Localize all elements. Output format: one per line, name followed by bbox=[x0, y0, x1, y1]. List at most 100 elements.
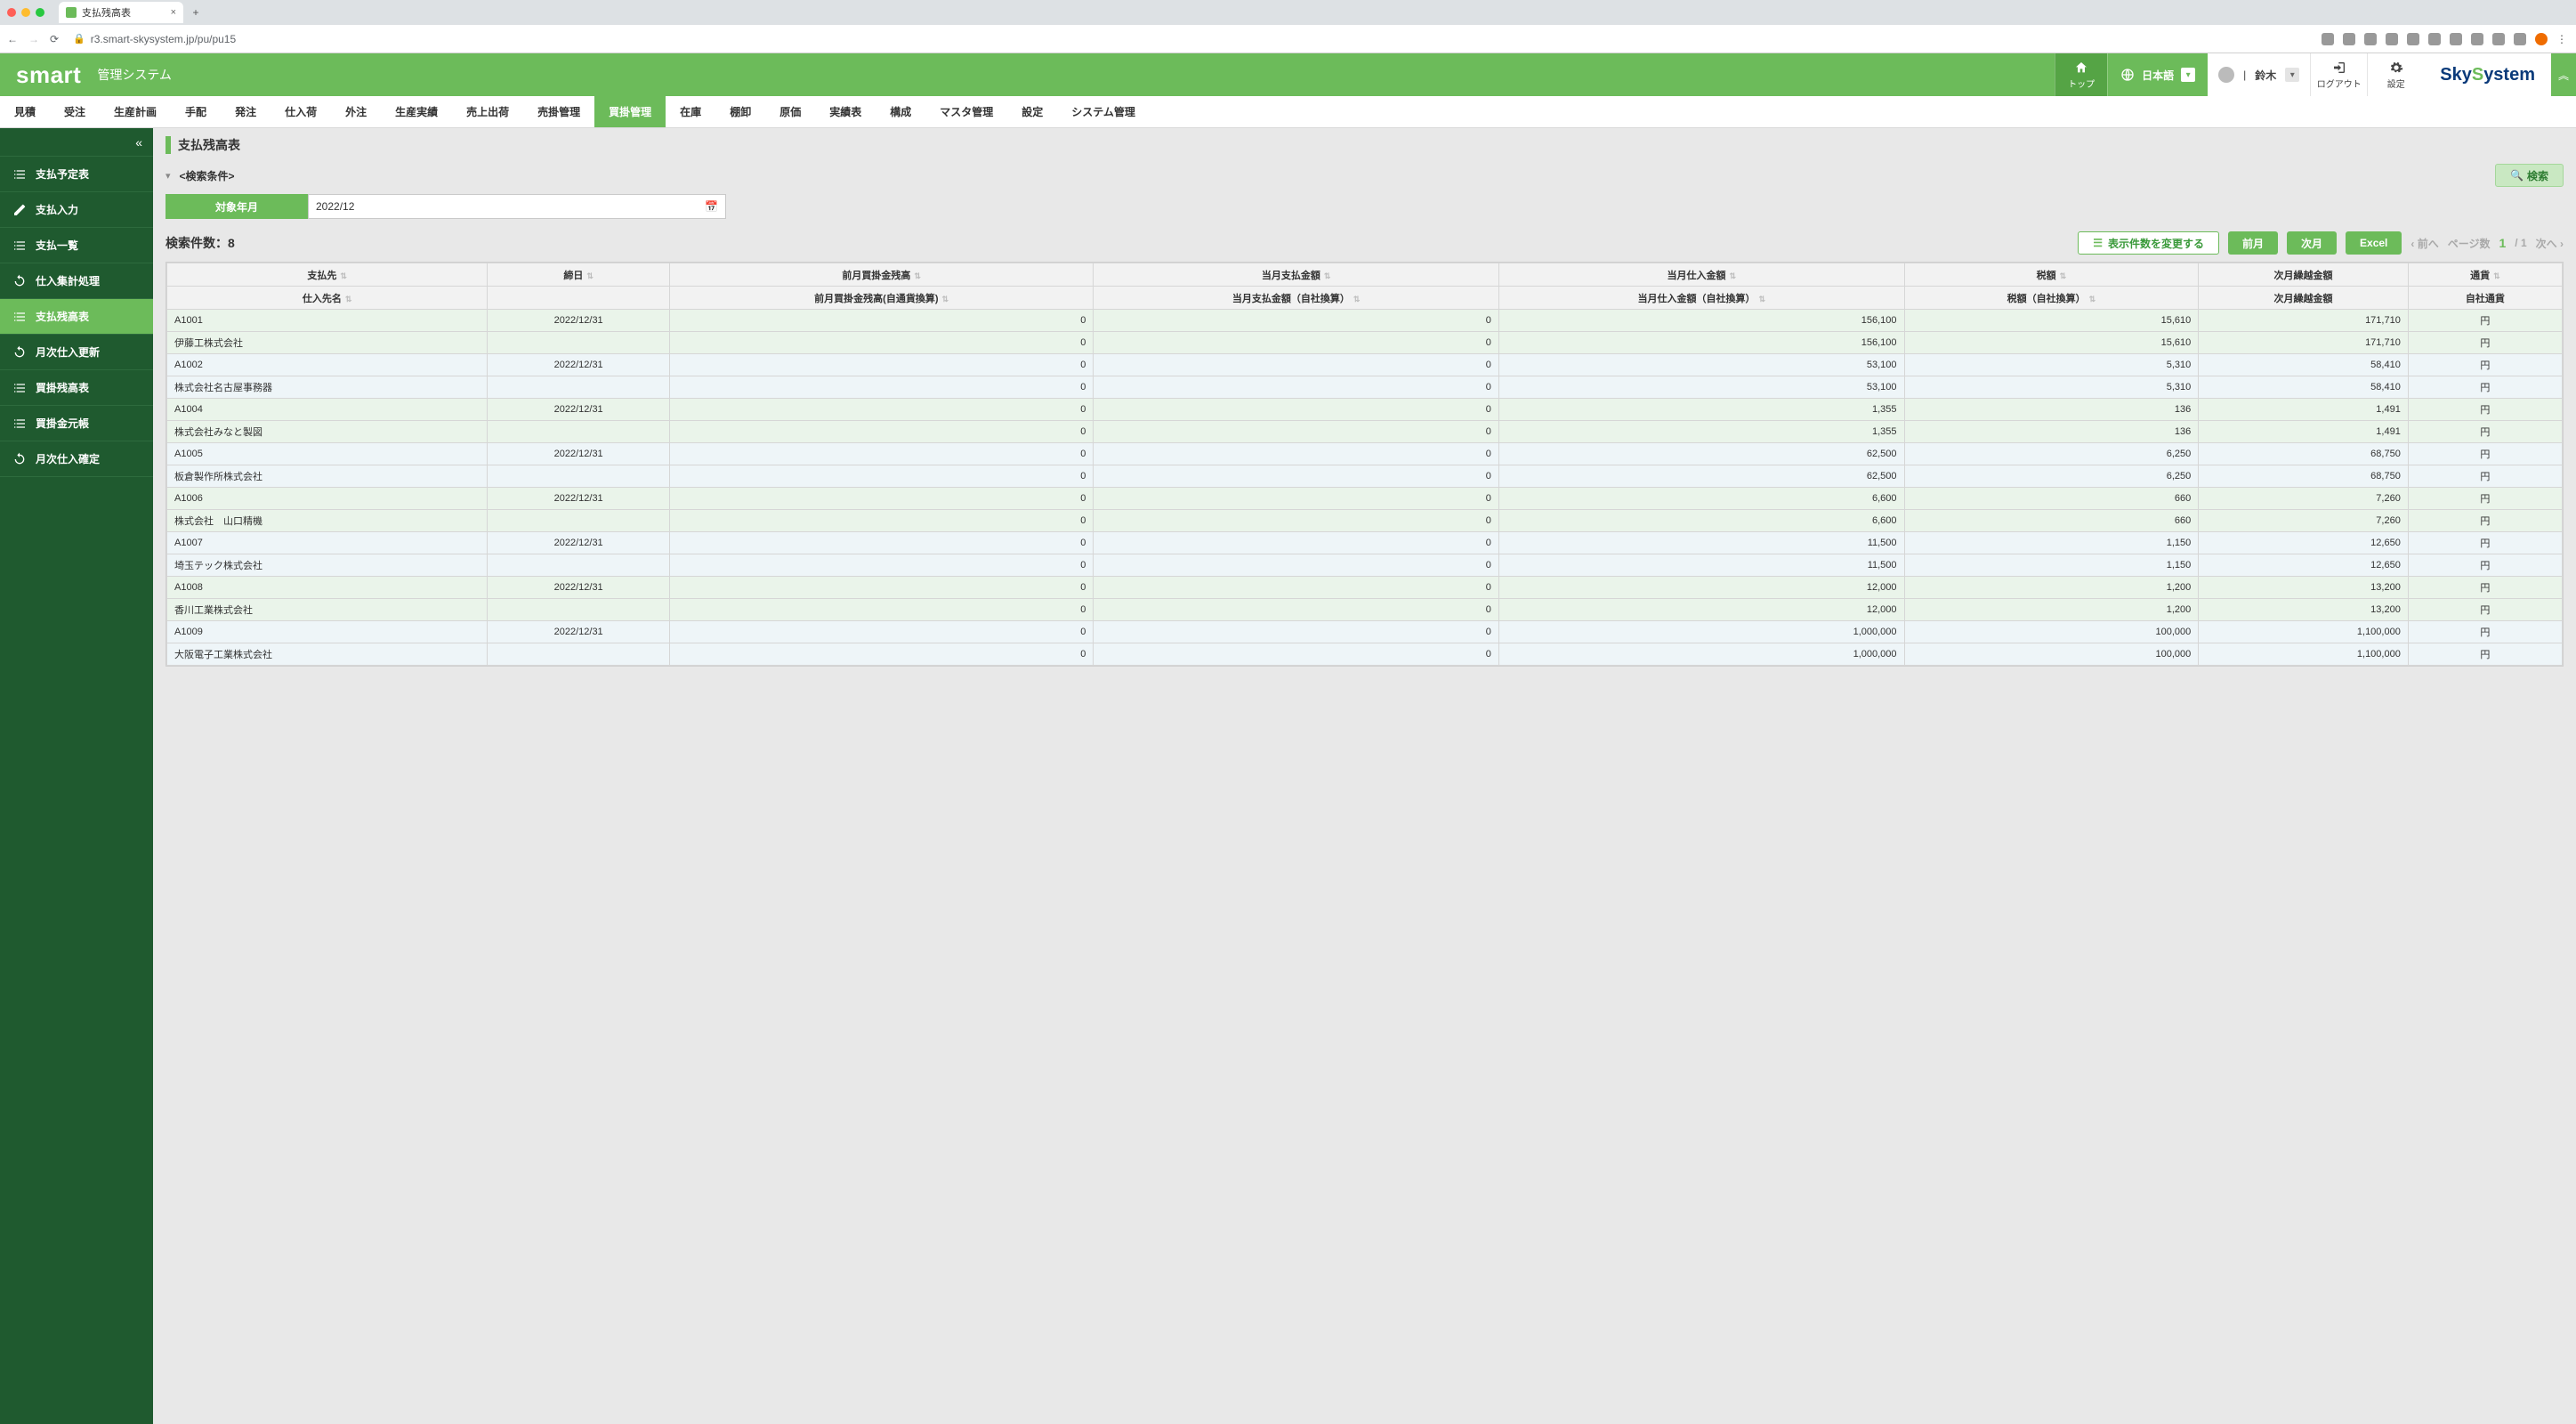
logout-button[interactable]: ログアウト bbox=[2310, 53, 2367, 96]
language-picker[interactable]: 日本語 ▾ bbox=[2107, 53, 2208, 96]
change-display-count-button[interactable]: ☰ 表示件数を変更する bbox=[2078, 231, 2219, 255]
nav-item[interactable]: 売掛管理 bbox=[523, 96, 594, 127]
table-row[interactable]: 株式会社 山口精機006,6006607,260円 bbox=[167, 510, 2563, 532]
table-row[interactable]: 大阪電子工業株式会社001,000,000100,0001,100,000円 bbox=[167, 643, 2563, 666]
window-zoom[interactable] bbox=[36, 8, 44, 17]
window-minimize[interactable] bbox=[21, 8, 30, 17]
column-header[interactable]: 通貨⇅ bbox=[2408, 263, 2562, 287]
table-row[interactable]: 伊藤工株式会社00156,10015,610171,710円 bbox=[167, 332, 2563, 354]
ext-icon[interactable] bbox=[2322, 33, 2334, 45]
table-row[interactable]: A10062022/12/31006,6006607,260円 bbox=[167, 488, 2563, 510]
sidebar-item[interactable]: 月次仕入更新 bbox=[0, 335, 153, 370]
table-row[interactable]: A10022022/12/310053,1005,31058,410円 bbox=[167, 354, 2563, 376]
ext-icon[interactable] bbox=[2514, 33, 2526, 45]
column-header[interactable]: 税額（自社換算）⇅ bbox=[1904, 287, 2199, 310]
nav-item[interactable]: 外注 bbox=[331, 96, 381, 127]
forward-icon[interactable]: → bbox=[28, 33, 39, 45]
sidebar-item[interactable]: 買掛金元帳 bbox=[0, 406, 153, 441]
nav-item[interactable]: 見積 bbox=[0, 96, 50, 127]
table-row[interactable]: 株式会社名古屋事務器0053,1005,31058,410円 bbox=[167, 376, 2563, 399]
home-button[interactable]: トップ bbox=[2055, 53, 2107, 96]
column-header[interactable]: 次月繰越金額 bbox=[2199, 263, 2409, 287]
user-menu[interactable]: | 鈴木 ▾ bbox=[2208, 53, 2310, 96]
ext-icon[interactable] bbox=[2471, 33, 2483, 45]
back-icon[interactable]: ← bbox=[7, 33, 18, 45]
window-close[interactable] bbox=[7, 8, 16, 17]
nav-item[interactable]: 仕入荷 bbox=[271, 96, 331, 127]
calendar-icon[interactable]: 📅 bbox=[705, 200, 718, 213]
address-bar[interactable]: 🔒 r3.smart-skysystem.jp/pu/pu15 bbox=[73, 33, 236, 45]
list-icon bbox=[12, 381, 27, 395]
ext-icon[interactable] bbox=[2450, 33, 2462, 45]
nav-item[interactable]: 実績表 bbox=[815, 96, 876, 127]
nav-item[interactable]: 売上出荷 bbox=[452, 96, 523, 127]
column-header[interactable]: 当月支払金額⇅ bbox=[1094, 263, 1499, 287]
table-row[interactable]: A10052022/12/310062,5006,25068,750円 bbox=[167, 443, 2563, 465]
ext-icon[interactable] bbox=[2364, 33, 2377, 45]
table-row[interactable]: A10012022/12/3100156,10015,610171,710円 bbox=[167, 310, 2563, 332]
sidebar-item[interactable]: 月次仕入確定 bbox=[0, 441, 153, 477]
sidebar-item[interactable]: 支払予定表 bbox=[0, 157, 153, 192]
table-row[interactable]: A10072022/12/310011,5001,15012,650円 bbox=[167, 532, 2563, 554]
table-row[interactable]: A10082022/12/310012,0001,20013,200円 bbox=[167, 577, 2563, 599]
nav-item[interactable]: 生産計画 bbox=[100, 96, 171, 127]
sidebar-item[interactable]: 買掛残高表 bbox=[0, 370, 153, 406]
browser-tab[interactable]: 支払残高表 × bbox=[59, 2, 183, 23]
nav-item[interactable]: 在庫 bbox=[666, 96, 715, 127]
nav-item[interactable]: システム管理 bbox=[1057, 96, 1150, 127]
column-header[interactable]: 税額⇅ bbox=[1904, 263, 2199, 287]
column-header[interactable]: 自社通貨 bbox=[2408, 287, 2562, 310]
sidebar-item[interactable]: 支払残高表 bbox=[0, 299, 153, 335]
column-header[interactable]: 前月買掛金残高⇅ bbox=[669, 263, 1093, 287]
column-header[interactable]: 次月繰越金額 bbox=[2199, 287, 2409, 310]
sidebar-item[interactable]: 仕入集計処理 bbox=[0, 263, 153, 299]
ext-icon[interactable] bbox=[2428, 33, 2441, 45]
table-row[interactable]: 板倉製作所株式会社0062,5006,25068,750円 bbox=[167, 465, 2563, 488]
reload-icon[interactable]: ⟳ bbox=[50, 33, 59, 45]
column-header[interactable]: 支払先⇅ bbox=[167, 263, 488, 287]
ext-icon[interactable] bbox=[2386, 33, 2398, 45]
nav-item[interactable]: 生産実績 bbox=[381, 96, 452, 127]
column-header[interactable]: 前月買掛金残高(自通貨換算)⇅ bbox=[669, 287, 1093, 310]
table-row[interactable]: 香川工業株式会社0012,0001,20013,200円 bbox=[167, 599, 2563, 621]
ext-icon[interactable] bbox=[2343, 33, 2355, 45]
nav-item[interactable]: 発注 bbox=[221, 96, 271, 127]
nav-item[interactable]: 設定 bbox=[1007, 96, 1057, 127]
close-icon[interactable]: × bbox=[171, 7, 176, 18]
nav-item[interactable]: マスタ管理 bbox=[925, 96, 1007, 127]
sidebar-item[interactable]: 支払入力 bbox=[0, 192, 153, 228]
logout-label: ログアウト bbox=[2317, 77, 2362, 90]
nav-item[interactable]: 受注 bbox=[50, 96, 100, 127]
ext-icon[interactable] bbox=[2492, 33, 2505, 45]
ext-icon[interactable] bbox=[2407, 33, 2419, 45]
table-row[interactable]: A10042022/12/31001,3551361,491円 bbox=[167, 399, 2563, 421]
table-row[interactable]: 株式会社みなと製図001,3551361,491円 bbox=[167, 421, 2563, 443]
excel-export-button[interactable]: Excel bbox=[2346, 231, 2402, 255]
prev-month-button[interactable]: 前月 bbox=[2228, 231, 2278, 255]
column-header[interactable]: 当月仕入金額⇅ bbox=[1498, 263, 1904, 287]
kebab-icon[interactable]: ⋮ bbox=[2556, 33, 2569, 45]
new-tab-button[interactable]: + bbox=[187, 4, 205, 21]
sidebar-collapse-button[interactable]: « bbox=[0, 128, 153, 157]
table-row[interactable]: A10092022/12/31001,000,000100,0001,100,0… bbox=[167, 621, 2563, 643]
search-button[interactable]: 🔍 検索 bbox=[2495, 164, 2564, 187]
collapse-panel-button[interactable]: ︽ bbox=[2551, 53, 2576, 96]
collapse-search-toggle[interactable]: ▾ bbox=[166, 170, 171, 182]
settings-button[interactable]: 設定 bbox=[2367, 53, 2424, 96]
pager-next[interactable]: 次へ › bbox=[2536, 236, 2564, 251]
nav-item[interactable]: 手配 bbox=[171, 96, 221, 127]
column-header[interactable]: 締日⇅ bbox=[488, 263, 670, 287]
pager-prev[interactable]: ‹ 前へ bbox=[2410, 236, 2438, 251]
column-header[interactable]: 仕入先名⇅ bbox=[167, 287, 488, 310]
nav-item[interactable]: 原価 bbox=[765, 96, 815, 127]
column-header[interactable]: 当月仕入金額（自社換算）⇅ bbox=[1498, 287, 1904, 310]
table-row[interactable]: 埼玉テック株式会社0011,5001,15012,650円 bbox=[167, 554, 2563, 577]
sidebar-item[interactable]: 支払一覧 bbox=[0, 228, 153, 263]
nav-item[interactable]: 買掛管理 bbox=[594, 96, 666, 127]
next-month-button[interactable]: 次月 bbox=[2287, 231, 2337, 255]
nav-item[interactable]: 構成 bbox=[876, 96, 925, 127]
target-period-input[interactable]: 2022/12 📅 bbox=[308, 194, 726, 219]
column-header[interactable]: 当月支払金額（自社換算）⇅ bbox=[1094, 287, 1499, 310]
ext-icon[interactable] bbox=[2535, 33, 2548, 45]
nav-item[interactable]: 棚卸 bbox=[715, 96, 765, 127]
